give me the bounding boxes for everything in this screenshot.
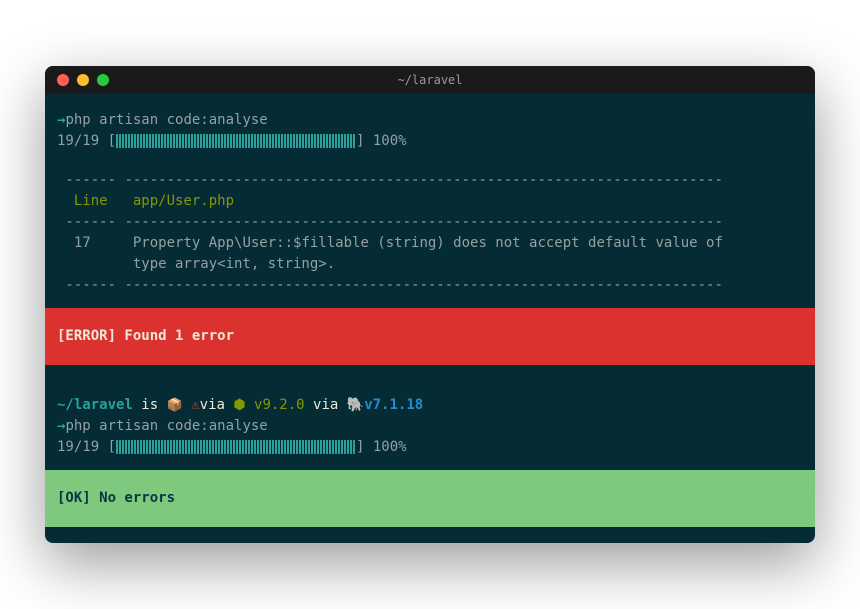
command-text: php artisan code:analyse — [65, 112, 267, 128]
maximize-icon[interactable] — [97, 74, 109, 86]
line-number: 17 — [57, 235, 116, 251]
file-header: app/User.php — [116, 193, 234, 209]
elephant-icon: 🐘 — [347, 397, 364, 413]
table-divider: ------ ---------------------------------… — [57, 275, 803, 296]
command-line-1: →php artisan code:analyse — [57, 110, 803, 131]
close-icon[interactable] — [57, 74, 69, 86]
progress-suffix: ] 100% — [356, 439, 407, 455]
node-version: v9.2.0 — [254, 397, 305, 413]
command-line-2: →php artisan code:analyse — [57, 416, 803, 437]
message-text: Property App\User::$fillable (string) do… — [116, 235, 723, 251]
progress-line-1: 19/19 [ ] 100% — [57, 131, 803, 152]
cwd-path: ~/laravel — [57, 397, 133, 413]
progress-prefix: 19/19 [ — [57, 439, 116, 455]
progress-line-2: 19/19 [ ] 100% — [57, 437, 803, 458]
progress-prefix: 19/19 [ — [57, 133, 116, 149]
progress-bar-icon — [116, 134, 356, 148]
progress-bar-icon — [116, 440, 356, 454]
warning-icon: ⚠ — [191, 397, 199, 413]
terminal-body[interactable]: →php artisan code:analyse 19/19 [] 100% … — [45, 94, 815, 543]
progress-suffix: ] 100% — [356, 133, 407, 149]
package-icon: 📦 — [167, 396, 183, 416]
ok-banner: [OK] No errors — [45, 470, 815, 527]
prompt-status-line: ~/laravel is 📦 ⚠via ⬢ v9.2.0 via 🐘v7.1.1… — [57, 395, 803, 416]
table-header-row: Line app/User.php — [57, 191, 803, 212]
command-text: php artisan code:analyse — [65, 418, 267, 434]
traffic-lights — [57, 74, 109, 86]
table-row: type array<int, string>. — [57, 254, 803, 275]
table-row: 17 Property App\User::$fillable (string)… — [57, 233, 803, 254]
minimize-icon[interactable] — [77, 74, 89, 86]
message-text: type array<int, string>. — [57, 256, 335, 272]
line-header: Line — [57, 193, 116, 209]
node-icon: ⬢ — [233, 397, 254, 413]
php-version: v7.1.18 — [364, 397, 423, 413]
titlebar: ~/laravel — [45, 66, 815, 94]
error-banner: [ERROR] Found 1 error — [45, 308, 815, 365]
table-divider: ------ ---------------------------------… — [57, 212, 803, 233]
terminal-window: ~/laravel →php artisan code:analyse 19/1… — [45, 66, 815, 543]
window-title: ~/laravel — [397, 73, 462, 87]
table-divider: ------ ---------------------------------… — [57, 170, 803, 191]
